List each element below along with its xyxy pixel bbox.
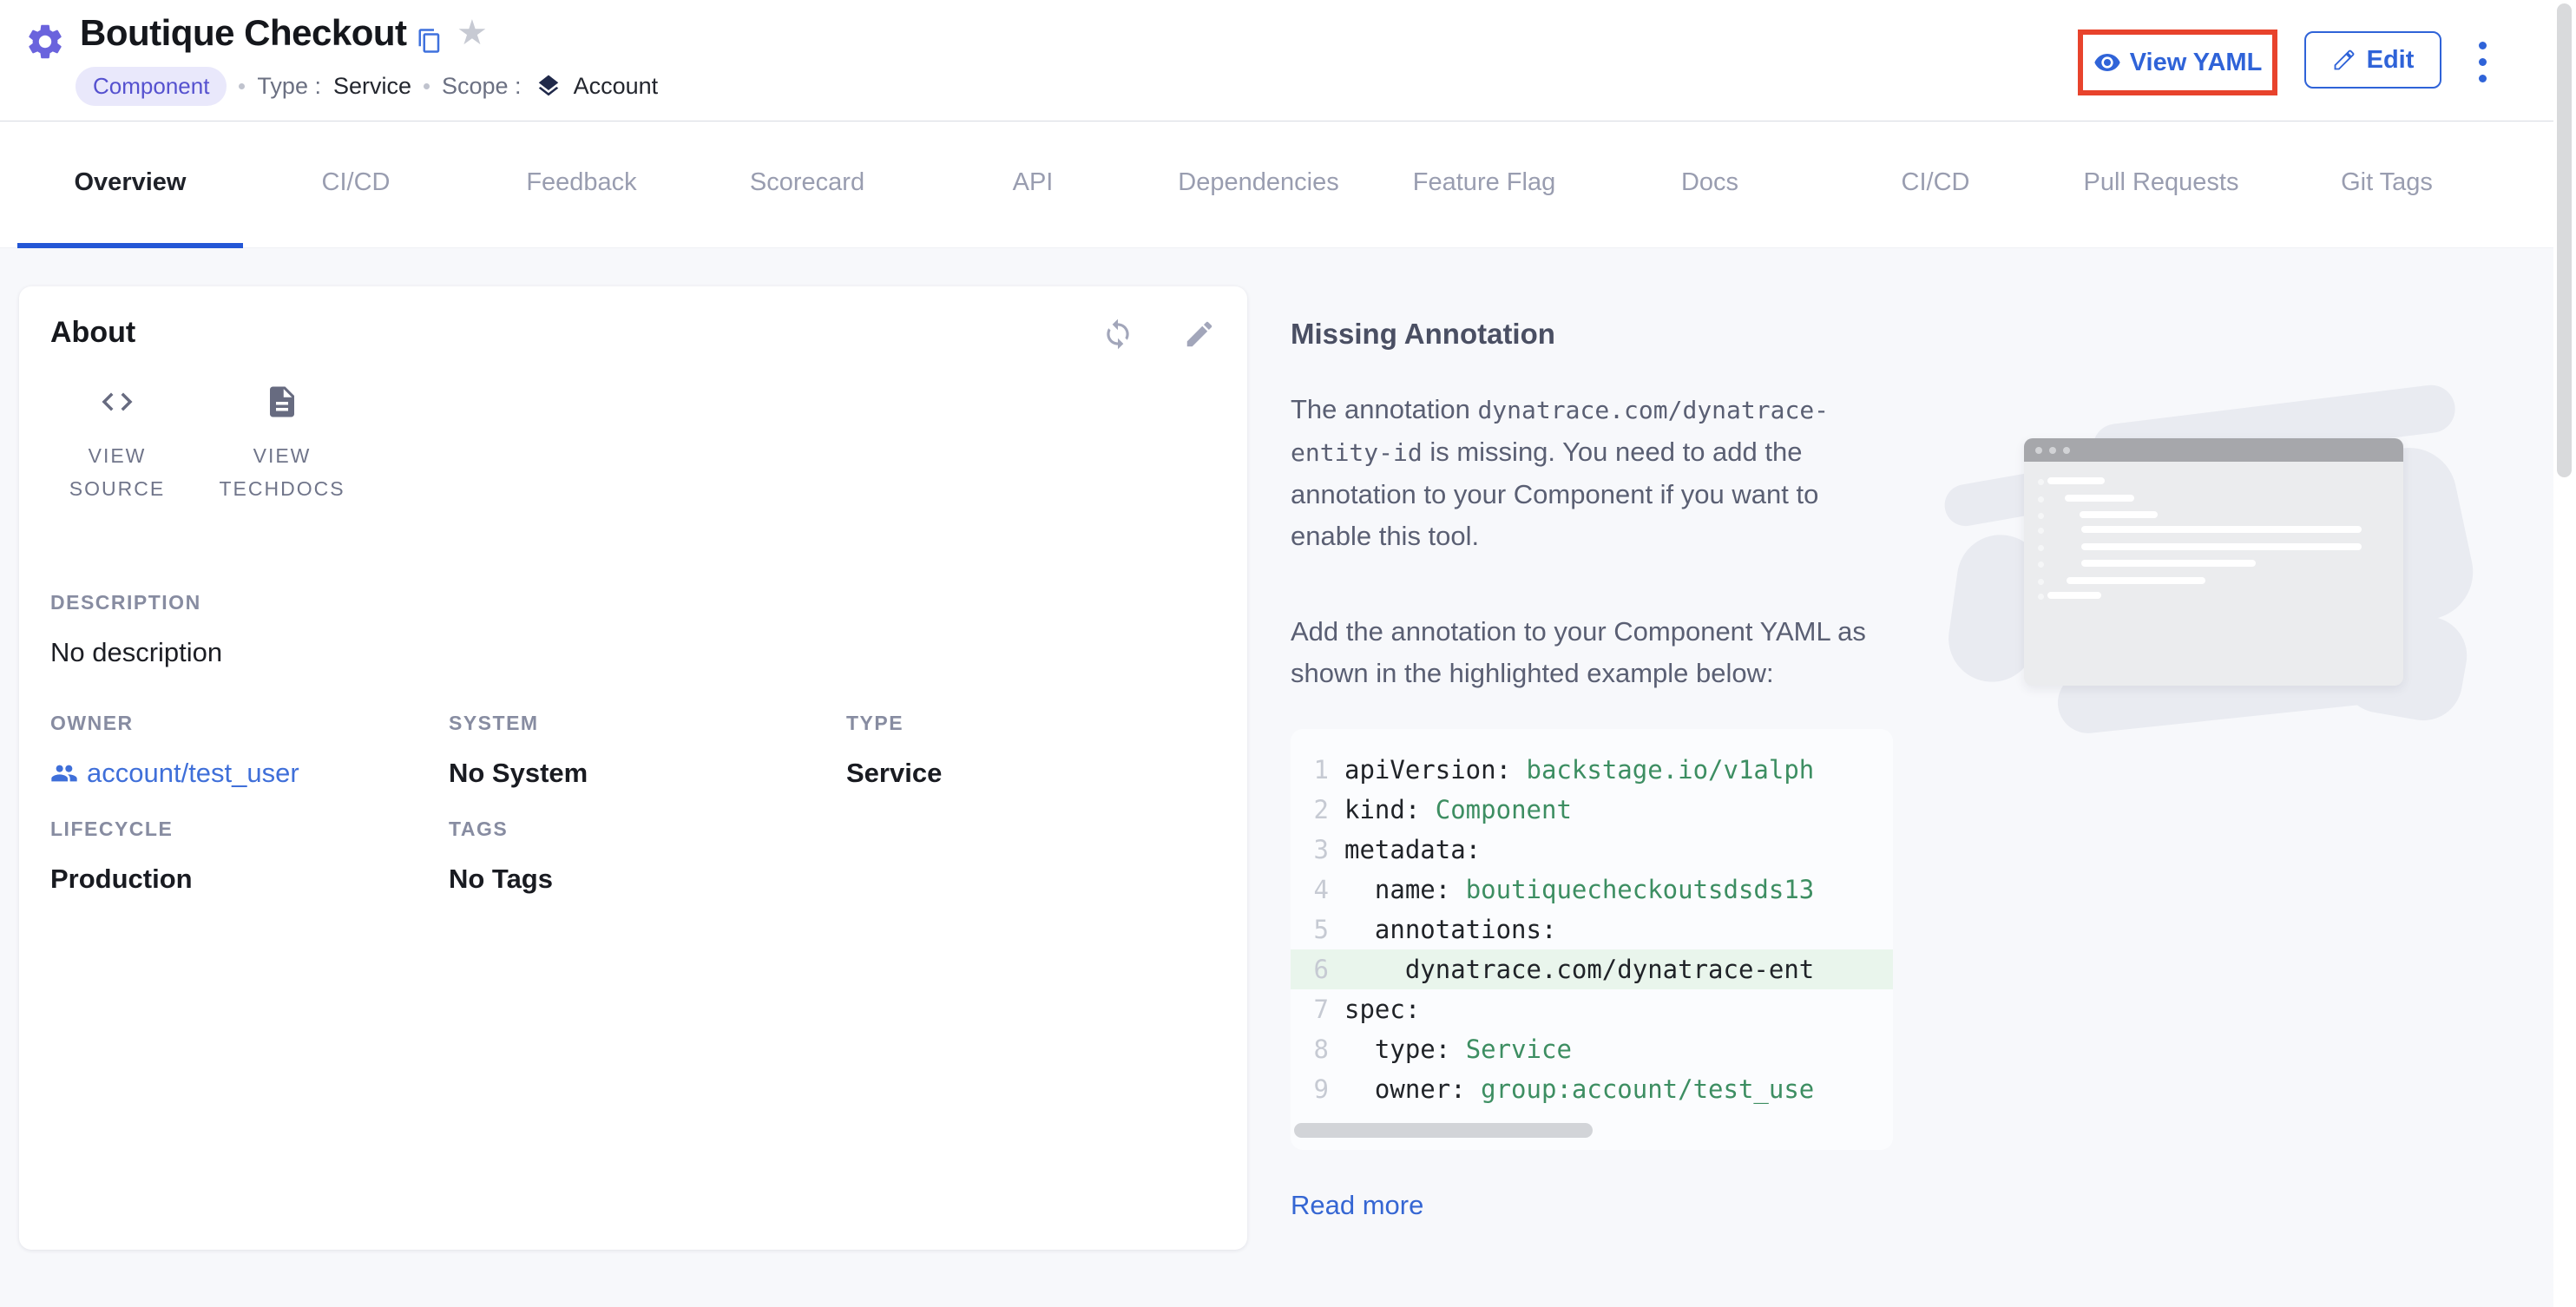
field-type: TYPE Service: [846, 712, 942, 789]
kebab-menu-icon[interactable]: [2475, 38, 2490, 86]
code-horizontal-scrollbar[interactable]: [1294, 1123, 1593, 1138]
field-label: LIFECYCLE: [50, 818, 193, 841]
message-pre: The annotation: [1291, 394, 1470, 424]
kind-chip: Component: [76, 67, 227, 106]
page-title: Boutique Checkout: [80, 12, 407, 54]
code-line: 9 owner: group:account/test_use: [1291, 1069, 1893, 1109]
page-scrollbar-track: [2553, 0, 2576, 1307]
about-card-title: About: [50, 316, 135, 350]
type-label: Type :: [257, 73, 321, 100]
tab-feedback[interactable]: Feedback: [469, 122, 694, 248]
view-techdocs-button[interactable]: VIEW TECHDOCS: [200, 384, 365, 505]
people-icon: [50, 759, 78, 787]
tab-pull-requests[interactable]: Pull Requests: [2048, 122, 2274, 248]
copy-icon[interactable]: [417, 28, 443, 54]
field-label: TAGS: [449, 818, 553, 841]
separator-dot: [424, 83, 430, 89]
view-techdocs-label: VIEW TECHDOCS: [217, 439, 347, 505]
annotation-message: The annotation dynatrace.com/dynatrace-e…: [1291, 389, 1893, 557]
tab-docs[interactable]: Docs: [1597, 122, 1823, 248]
annotation-instruction: Add the annotation to your Component YAM…: [1291, 611, 1893, 694]
field-label: DESCRIPTION: [50, 591, 222, 614]
field-owner: OWNER account/test_user: [50, 712, 299, 789]
field-tags: TAGS No Tags: [449, 818, 553, 895]
field-label: SYSTEM: [449, 712, 588, 735]
code-line: 7spec:: [1291, 989, 1893, 1029]
yaml-code-block: 1apiVersion: backstage.io/v1alph 2kind: …: [1291, 729, 1893, 1150]
about-card: About VIEW SOURCE: [19, 286, 1247, 1250]
star-icon[interactable]: ★: [457, 16, 488, 50]
field-value: No Tags: [449, 864, 553, 895]
code-icon: [99, 384, 135, 420]
gear-icon: [24, 21, 66, 62]
about-card-actions: [1101, 318, 1216, 351]
owner-link[interactable]: account/test_user: [50, 758, 299, 789]
edit-button[interactable]: Edit: [2304, 31, 2441, 89]
docs-icon: [264, 384, 300, 420]
code-line: 1apiVersion: backstage.io/v1alph: [1291, 750, 1893, 790]
mock-browser-window: [2024, 438, 2403, 686]
code-window-illustration: [1944, 396, 2491, 752]
view-yaml-annotation-box: View YAML: [2078, 30, 2277, 95]
field-value: Production: [50, 864, 193, 895]
tab-feature-flag[interactable]: Feature Flag: [1371, 122, 1597, 248]
separator-dot: [239, 83, 245, 89]
read-more-link[interactable]: Read more: [1291, 1190, 1423, 1221]
edit-button-label: Edit: [2367, 46, 2415, 75]
entity-page: Boutique Checkout ★ Component Type : Ser…: [0, 0, 2576, 1307]
field-lifecycle: LIFECYCLE Production: [50, 818, 193, 895]
page-scrollbar-thumb[interactable]: [2557, 3, 2572, 477]
field-value: No description: [50, 637, 222, 668]
code-line: 2kind: Component: [1291, 790, 1893, 830]
scope-value: Account: [574, 73, 659, 100]
tab-cicd-2[interactable]: CI/CD: [1823, 122, 2048, 248]
pencil-icon[interactable]: [1183, 318, 1216, 351]
tab-bar: Overview CI/CD Feedback Scorecard API De…: [0, 122, 2553, 248]
field-label: OWNER: [50, 712, 299, 735]
layers-icon: [536, 73, 562, 99]
panel-title: Missing Annotation: [1291, 318, 1893, 351]
owner-link-label: account/test_user: [87, 758, 299, 789]
eye-icon: [2093, 49, 2121, 76]
code-line: 4 name: boutiquecheckoutsdsds13: [1291, 870, 1893, 910]
view-source-button[interactable]: VIEW SOURCE: [35, 384, 200, 505]
window-titlebar: [2024, 438, 2403, 462]
code-line-highlighted: 6 dynatrace.com/dynatrace-ent: [1291, 949, 1893, 989]
missing-annotation-panel: Missing Annotation The annotation dynatr…: [1291, 318, 1893, 1221]
type-value: Service: [333, 73, 411, 100]
pencil-icon: [2332, 48, 2356, 72]
tab-git-tags[interactable]: Git Tags: [2274, 122, 2500, 248]
field-description: DESCRIPTION No description: [50, 591, 222, 668]
content-area: About VIEW SOURCE: [0, 248, 2553, 1307]
field-value: No System: [449, 758, 588, 789]
code-line: 3metadata:: [1291, 830, 1893, 870]
entity-meta: Component Type : Service Scope : Account: [76, 66, 658, 106]
entity-header: Boutique Checkout ★ Component Type : Ser…: [0, 0, 2553, 122]
tab-dependencies[interactable]: Dependencies: [1146, 122, 1371, 248]
tab-cicd[interactable]: CI/CD: [243, 122, 469, 248]
view-yaml-button[interactable]: View YAML: [2130, 49, 2263, 77]
code-line: 8 type: Service: [1291, 1029, 1893, 1069]
field-value: Service: [846, 758, 942, 789]
tab-api[interactable]: API: [920, 122, 1146, 248]
scope-label: Scope :: [442, 73, 522, 100]
field-system: SYSTEM No System: [449, 712, 588, 789]
field-label: TYPE: [846, 712, 942, 735]
tab-scorecard[interactable]: Scorecard: [694, 122, 920, 248]
view-source-label: VIEW SOURCE: [52, 439, 182, 505]
code-line: 5 annotations:: [1291, 910, 1893, 949]
sync-icon[interactable]: [1101, 318, 1134, 351]
tab-overview[interactable]: Overview: [17, 122, 243, 248]
about-quick-links: VIEW SOURCE VIEW TECHDOCS: [35, 384, 365, 505]
